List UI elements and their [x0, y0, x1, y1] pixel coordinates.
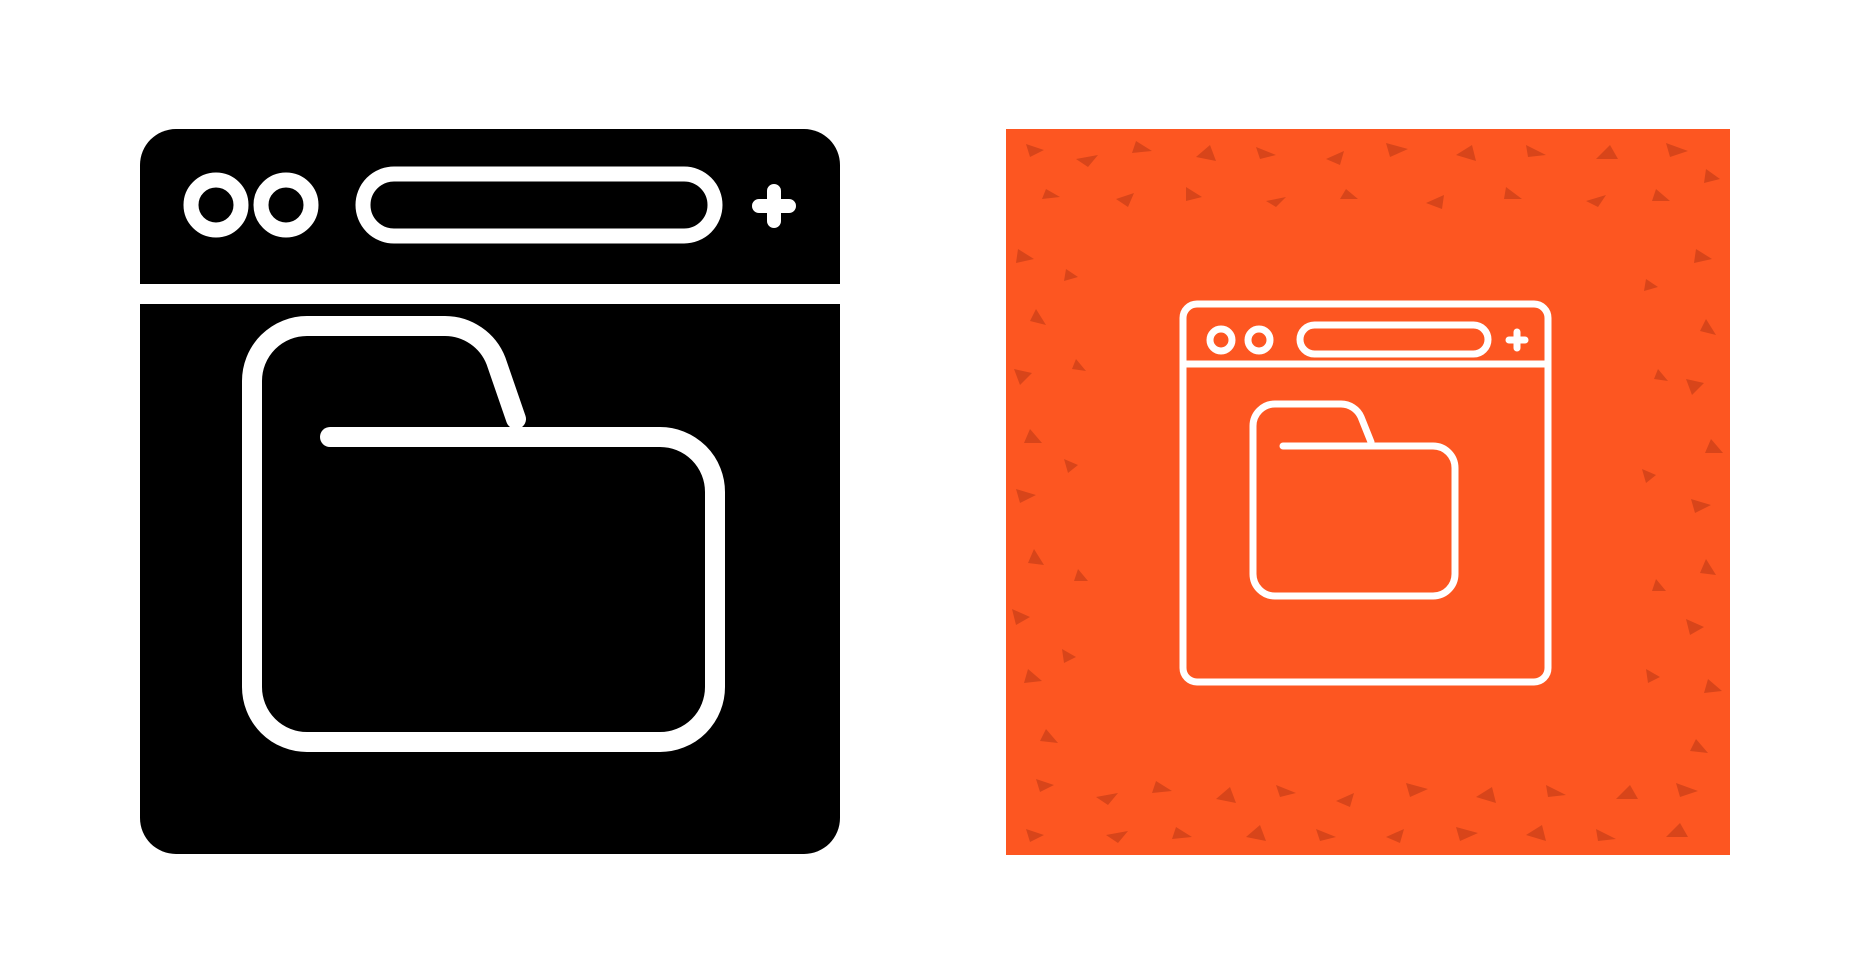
orange-tile: [1006, 129, 1730, 855]
icon-pair-canvas: [0, 0, 1854, 980]
browser-folder-outline-icon: [1006, 129, 1730, 855]
browser-folder-glyph-icon: [140, 129, 840, 854]
